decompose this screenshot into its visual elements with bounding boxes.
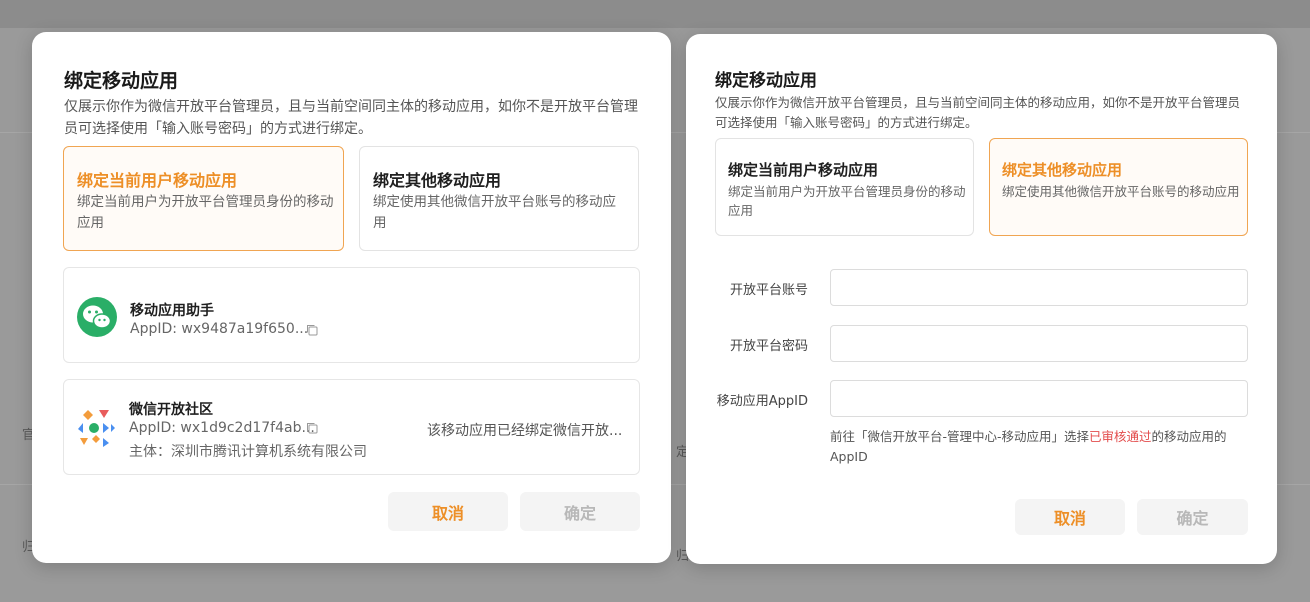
option-description: 绑定当前用户为开放平台管理员身份的移动应用 [728, 184, 966, 219]
wechat-logo-icon [77, 297, 117, 337]
appid-label: 移动应用AppID [716, 394, 808, 409]
option-bind-other-app[interactable]: 绑定其他移动应用 绑定使用其他微信开放平台账号的移动应用 [359, 146, 639, 251]
copy-icon[interactable] [306, 422, 318, 434]
option-description: 绑定使用其他微信开放平台账号的移动应用 [1002, 184, 1240, 199]
option-title: 绑定当前用户移动应用 [728, 161, 879, 179]
copy-icon[interactable] [306, 324, 318, 336]
cancel-button[interactable]: 取消 [1015, 499, 1125, 535]
option-description: 绑定当前用户为开放平台管理员身份的移动应用 [77, 194, 334, 231]
appid-hint: 前往「微信开放平台-管理中心-移动应用」选择已审核通过的移动应用的AppID [830, 427, 1250, 467]
dialog-title: 绑定移动应用 [64, 70, 179, 92]
bind-mobile-app-dialog-current-user: 绑定移动应用 仅展示你作为微信开放平台管理员，且与当前空间同主体的移动应用，如你… [32, 32, 671, 563]
password-label: 开放平台密码 [729, 339, 808, 354]
option-bind-other-app[interactable]: 绑定其他移动应用 绑定使用其他微信开放平台账号的移动应用 [989, 138, 1248, 236]
dialog-description: 仅展示你作为微信开放平台管理员，且与当前空间同主体的移动应用，如你不是开放平台管… [715, 95, 1241, 130]
account-input[interactable] [830, 269, 1248, 306]
app-name: 移动应用助手 [130, 303, 214, 319]
app-subject: 主体：深圳市腾讯计算机系统有限公司 [129, 444, 367, 460]
app-id: AppID: wx9487a19f650... [130, 321, 309, 337]
option-title: 绑定其他移动应用 [1002, 161, 1123, 179]
cancel-button[interactable]: 取消 [388, 492, 508, 531]
appid-input[interactable] [830, 380, 1248, 417]
app-bind-status: 该移动应用已经绑定微信开放... [427, 423, 623, 439]
confirm-button[interactable]: 确定 [520, 492, 640, 531]
app-name: 微信开放社区 [129, 402, 213, 418]
app-card-wechat-open-community[interactable]: 微信开放社区 AppID: wx1d9c2d17f4ab... 主体：深圳市腾讯… [63, 379, 640, 475]
option-description: 绑定使用其他微信开放平台账号的移动应用 [373, 194, 616, 231]
option-bind-current-user[interactable]: 绑定当前用户移动应用 绑定当前用户为开放平台管理员身份的移动应用 [63, 146, 344, 251]
dialog-description: 仅展示你作为微信开放平台管理员，且与当前空间同主体的移动应用，如你不是开放平台管… [64, 99, 638, 138]
hint-approved-highlight: 已审核通过 [1089, 429, 1152, 444]
confirm-button[interactable]: 确定 [1137, 499, 1248, 535]
option-title: 绑定其他移动应用 [373, 171, 502, 190]
open-community-logo-icon [78, 410, 115, 447]
option-bind-current-user[interactable]: 绑定当前用户移动应用 绑定当前用户为开放平台管理员身份的移动应用 [715, 138, 974, 236]
bind-mobile-app-dialog-other-app: 绑定移动应用 仅展示你作为微信开放平台管理员，且与当前空间同主体的移动应用，如你… [686, 34, 1277, 564]
option-title: 绑定当前用户移动应用 [77, 171, 238, 190]
hint-text: 前往「微信开放平台-管理中心-移动应用」选择 [830, 429, 1090, 444]
app-card-mobile-assistant[interactable]: 移动应用助手 AppID: wx9487a19f650... [63, 267, 640, 363]
account-label: 开放平台账号 [729, 283, 808, 298]
app-id: AppID: wx1d9c2d17f4ab... [129, 420, 315, 436]
password-input[interactable] [830, 325, 1248, 362]
dialog-title: 绑定移动应用 [715, 71, 817, 91]
